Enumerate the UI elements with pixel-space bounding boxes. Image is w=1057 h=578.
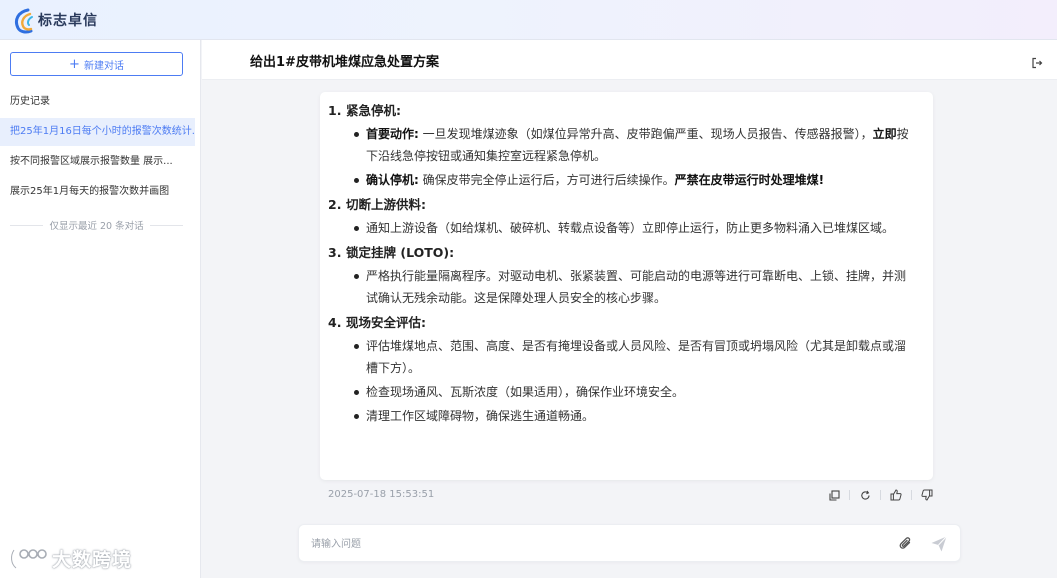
section-heading: 3. 锁定挂牌 (LOTO): <box>328 245 455 260</box>
section-heading: 4. 现场安全评估: <box>328 315 426 330</box>
list-item: 检查现场通风、瓦斯浓度（如果适用），确保作业环境安全。 <box>328 381 915 403</box>
app-name: 标志卓信 <box>38 13 98 29</box>
divider <box>10 224 44 226</box>
app-logo[interactable]: 标志卓信 <box>14 6 98 34</box>
new-chat-button[interactable]: + 新建对话 <box>10 52 183 76</box>
exit-icon[interactable] <box>1031 54 1043 69</box>
assistant-message: 1. 紧急停机: 首要动作: 一旦发现堆煤迹象（如煤位异常升高、皮带跑偏严重、现… <box>320 92 933 480</box>
question-input[interactable] <box>311 534 871 554</box>
logo-mark-icon <box>14 8 36 34</box>
history-item[interactable]: 按不同报警区域展示报警数量 展示... <box>0 148 195 176</box>
thumbs-up-icon[interactable] <box>889 488 903 502</box>
divider <box>849 490 850 500</box>
list-item: 通知上游设备（如给煤机、破碎机、转载点设备等）立即停止运行，防止更多物料涌入已堆… <box>328 217 915 239</box>
conversation-title: 给出1#皮带机堆煤应急处置方案 <box>250 55 439 70</box>
history-item[interactable]: 展示25年1月每天的报警次数并画图 <box>0 178 195 206</box>
section-4: 4. 现场安全评估: 评估堆煤地点、范围、高度、是否有掩埋设备或人员风险、是否有… <box>328 313 915 427</box>
watermark-logo-icon <box>9 547 47 570</box>
section-3: 3. 锁定挂牌 (LOTO): 严格执行能量隔离程序。对驱动电机、张紧装置、可能… <box>328 243 915 309</box>
list-item: 严格执行能量隔离程序。对驱动电机、张紧装置、可能启动的电源等进行可靠断电、上锁、… <box>328 265 915 309</box>
chat-input-box <box>298 524 961 562</box>
section-heading: 2. 切断上游供料: <box>328 197 426 212</box>
attachment-icon[interactable] <box>898 536 914 552</box>
list-item: 清理工作区域障碍物，确保逃生通道畅通。 <box>328 405 915 427</box>
list-item: 确认停机: 确保皮带完全停止运行后，方可进行后续操作。严禁在皮带运行时处理堆煤! <box>328 169 915 191</box>
message-meta: 2025-07-18 15:53:51 <box>328 488 934 504</box>
history-limit-note: 仅显示最近 20 条对话 <box>10 218 184 232</box>
message-actions <box>827 488 934 502</box>
thumbs-down-icon[interactable] <box>920 488 934 502</box>
plus-icon: + <box>69 56 80 72</box>
conversation-header: 给出1#皮带机堆煤应急处置方案 <box>202 40 1057 80</box>
list-item: 评估堆煤地点、范围、高度、是否有掩埋设备或人员风险、是否有冒顶或坍塌风险（尤其是… <box>328 335 915 379</box>
refresh-icon[interactable] <box>858 488 872 502</box>
divider <box>149 224 184 226</box>
section-2: 2. 切断上游供料: 通知上游设备（如给煤机、破碎机、转载点设备等）立即停止运行… <box>328 195 915 239</box>
section-1: 1. 紧急停机: 首要动作: 一旦发现堆煤迹象（如煤位异常升高、皮带跑偏严重、现… <box>328 101 915 191</box>
divider <box>880 490 881 500</box>
list-item: 首要动作: 一旦发现堆煤迹象（如煤位异常升高、皮带跑偏严重、现场人员报告、传感器… <box>328 123 915 167</box>
sidebar: + 新建对话 历史记录 把25年1月16日每个小时的报警次数统计... 按不同报… <box>0 40 201 578</box>
history-title: 历史记录 <box>10 96 50 107</box>
top-bar: 标志卓信 <box>0 0 1057 40</box>
history-item[interactable]: 把25年1月16日每个小时的报警次数统计... <box>0 118 195 146</box>
new-chat-label: 新建对话 <box>83 60 124 72</box>
watermark: 大数跨境 <box>8 545 132 572</box>
section-heading: 1. 紧急停机: <box>328 103 401 118</box>
divider <box>911 490 912 500</box>
send-icon[interactable] <box>930 535 948 553</box>
message-timestamp: 2025-07-18 15:53:51 <box>328 489 435 500</box>
copy-icon[interactable] <box>827 488 841 502</box>
